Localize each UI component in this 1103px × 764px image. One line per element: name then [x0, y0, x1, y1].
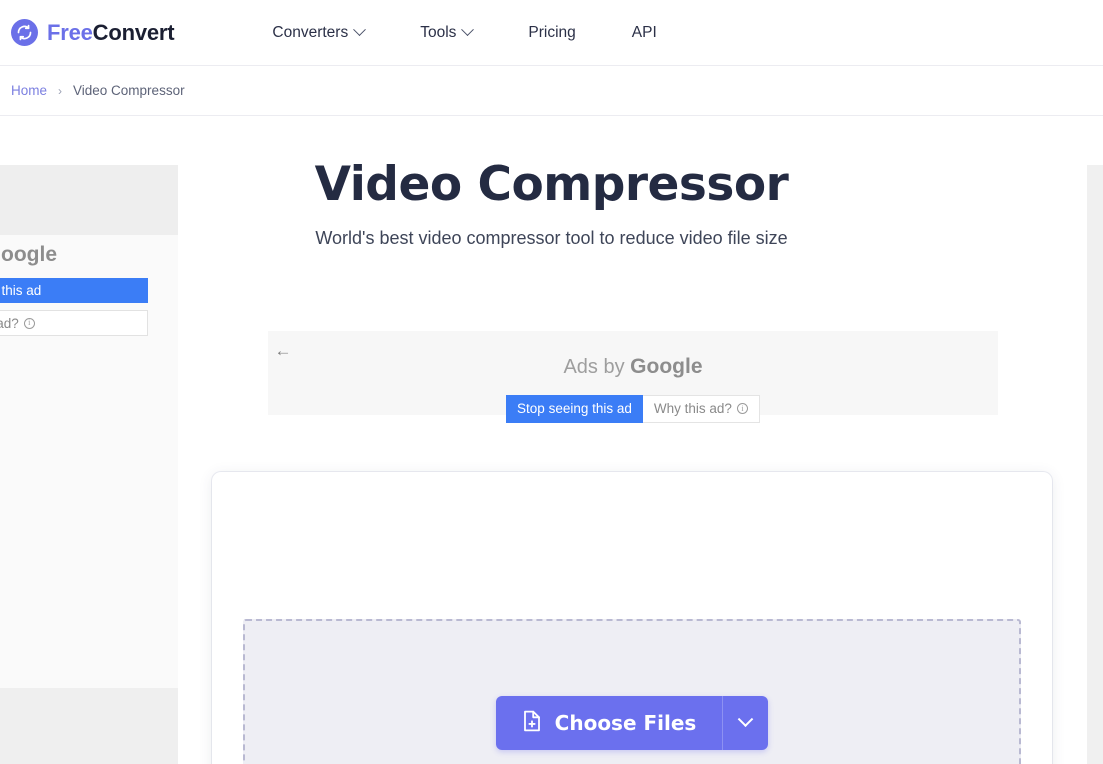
choose-files-button[interactable]: Choose Files: [495, 696, 723, 750]
ads-by-google-prefix: Ads by: [563, 356, 631, 378]
top-navigation-bar: FreeConvert Converters Tools Pricing API: [0, 0, 1103, 66]
ads-by-google-label: Ads by Google: [268, 355, 998, 379]
left-side-ad-overlay: by Google seeing this ad y this ad? i: [0, 165, 178, 688]
nav-item-converters[interactable]: Converters: [272, 16, 367, 50]
brand-name-part2: Convert: [92, 19, 175, 45]
right-side-ad-strip: [1087, 165, 1103, 764]
breadcrumb: Home › Video Compressor: [0, 66, 1103, 116]
chevron-down-icon: [353, 23, 367, 37]
nav-item-api[interactable]: API: [632, 16, 657, 50]
info-icon: i: [736, 403, 748, 414]
left-stop-seeing-this-ad-button[interactable]: seeing this ad: [0, 278, 148, 303]
breadcrumb-separator-icon: ›: [58, 83, 63, 98]
choose-files-group: Choose Files: [495, 696, 769, 750]
why-this-ad-label: Why this ad?: [653, 401, 732, 416]
choose-files-label: Choose Files: [554, 711, 697, 735]
left-why-this-ad-button[interactable]: y this ad? i: [0, 310, 148, 336]
file-dropzone[interactable]: Choose Files Or drop files here. Max fil…: [243, 619, 1021, 764]
google-ad-block: ← Ads by Google Stop seeing this ad Why …: [268, 331, 998, 423]
info-icon: i: [23, 317, 35, 329]
left-ads-by-google-label: by Google: [0, 243, 57, 267]
page-content: Video Compressor World's best video comp…: [0, 117, 1103, 764]
left-ad-top-banner: [0, 165, 178, 235]
primary-nav: Converters Tools Pricing API: [272, 16, 657, 50]
brand-name: FreeConvert: [47, 19, 175, 46]
why-this-ad-button[interactable]: Why this ad? i: [642, 395, 760, 423]
nav-item-label: Tools: [420, 23, 457, 41]
convert-circle-icon: [11, 19, 38, 46]
brand-logo-link[interactable]: FreeConvert: [11, 19, 175, 46]
choose-files-dropdown-button[interactable]: [722, 696, 769, 750]
nav-item-label: Converters: [272, 23, 349, 41]
chevron-down-icon: [738, 710, 754, 727]
nav-item-pricing[interactable]: Pricing: [528, 16, 575, 50]
breadcrumb-home-link[interactable]: Home: [11, 83, 47, 98]
upload-card: Choose Files Or drop files here. Max fil…: [212, 472, 1052, 764]
ad-controls: Stop seeing this ad Why this ad? i: [268, 395, 998, 423]
dropzone-content: Choose Files Or drop files here. Max fil…: [245, 621, 1019, 764]
nav-item-label: Pricing: [528, 23, 576, 41]
left-ad-bottom-strip: [0, 688, 178, 764]
left-why-this-ad-label: y this ad?: [0, 315, 19, 331]
left-ads-by-google-brand: Google: [0, 243, 58, 266]
chevron-down-icon: [461, 23, 475, 37]
brand-name-part1: Free: [47, 19, 93, 45]
file-plus-icon: [522, 710, 542, 737]
page-root: FreeConvert Converters Tools Pricing API…: [0, 0, 1103, 764]
ads-by-google-brand: Google: [630, 355, 703, 378]
stop-seeing-this-ad-button[interactable]: Stop seeing this ad: [506, 395, 643, 423]
nav-item-tools[interactable]: Tools: [420, 16, 475, 50]
nav-item-label: API: [631, 23, 657, 41]
breadcrumb-current-page: Video Compressor: [73, 83, 185, 98]
